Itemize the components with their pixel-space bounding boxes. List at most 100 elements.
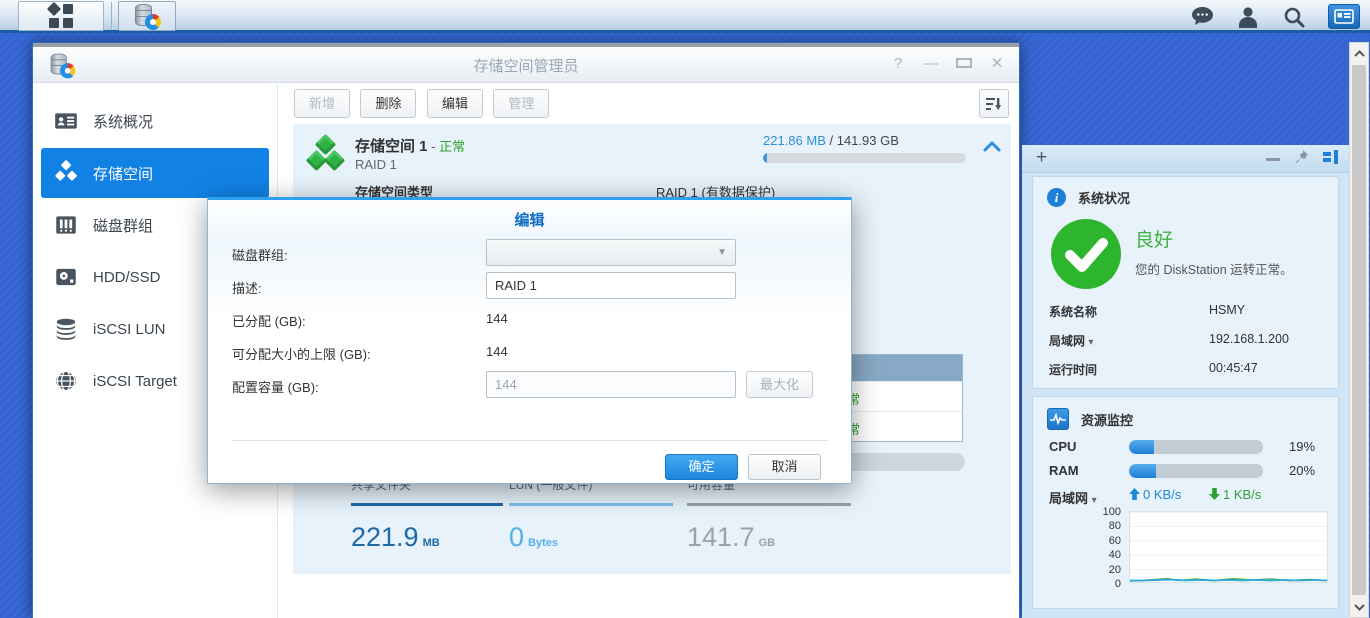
volume-subtitle: RAID 1 (355, 157, 397, 172)
disk-group-select[interactable]: ▼ (486, 239, 736, 266)
description-input[interactable] (486, 272, 736, 299)
description-label: 描述: (232, 278, 262, 297)
main-menu-button[interactable] (18, 1, 104, 31)
storage-manager-icon (134, 3, 160, 29)
system-name-value: HSMY (1209, 303, 1245, 317)
stat-value: 0 (509, 522, 524, 552)
cpu-label: CPU (1049, 439, 1076, 454)
disk-table-row: 正常 (852, 381, 962, 411)
close-button[interactable]: ✕ (989, 54, 1005, 72)
scroll-up-icon[interactable] (1350, 43, 1368, 63)
widgets-toggle-button[interactable] (1328, 4, 1360, 29)
volume-cubes-icon (307, 136, 345, 174)
uptime-label: 运行时间 (1049, 361, 1097, 378)
disk-group-label: 磁盘群组: (232, 245, 288, 264)
ram-label: RAM (1049, 463, 1079, 478)
sidebar-item-volume[interactable]: 存储空间 (41, 148, 269, 198)
user-icon[interactable] (1236, 5, 1260, 29)
window-titlebar[interactable]: 存储空间管理员 ? — ✕ (33, 47, 1019, 83)
max-allocatable-label: 可分配大小的上限 (GB): (232, 344, 371, 363)
system-name-label: 系统名称 (1049, 303, 1097, 320)
cancel-button[interactable]: 取消 (748, 454, 821, 480)
search-icon[interactable] (1282, 5, 1306, 29)
volume-used: 221.86 MB (763, 133, 826, 148)
disk-table-header-fragment (852, 355, 962, 381)
cpu-bar (1129, 440, 1263, 454)
hdd-icon (53, 264, 79, 290)
desktop-scrollbar[interactable] (1349, 42, 1369, 618)
toolbar: 新增 删除 编辑 管理 (279, 84, 1019, 122)
upload-series (1130, 580, 1327, 581)
dock-right-icon[interactable] (1323, 150, 1339, 169)
sidebar-item-system-overview[interactable]: 系统概况 (41, 96, 269, 146)
chevron-down-icon: ▼ (717, 247, 727, 258)
taskbar (0, 0, 1370, 33)
sidebar-item-label: 磁盘群组 (93, 215, 153, 236)
upload-arrow-icon (1129, 488, 1140, 503)
stat-value: 141.7 (687, 522, 755, 552)
cpu-percent: 19% (1289, 439, 1315, 454)
collapse-chevron-icon[interactable] (983, 140, 1001, 154)
sort-button[interactable] (979, 89, 1009, 118)
volume-total: / 141.93 GB (826, 133, 899, 148)
allocated-label: 已分配 (GB): (232, 311, 306, 330)
window-title: 存储空间管理员 (33, 55, 1019, 76)
add-widget-button[interactable]: + (1036, 147, 1047, 169)
disk-group-icon (53, 212, 79, 238)
sidebar-item-label: 系统概况 (93, 111, 153, 132)
sort-descending-icon (986, 97, 1002, 111)
chart-y-axis: 100 80 60 40 20 0 (1073, 505, 1121, 591)
volume-status: 正常 (439, 139, 465, 154)
dialog-title: 编辑 (208, 200, 851, 236)
sidebar-item-label: 存储空间 (93, 163, 153, 184)
download-speed: 1 KB/s (1209, 487, 1261, 503)
lan-label[interactable]: 局域网 ▾ (1049, 332, 1093, 349)
stat-available: 可用容量 141.7GB (687, 476, 851, 553)
chevron-down-icon: ▾ (1088, 337, 1093, 348)
ok-button[interactable]: 确定 (665, 454, 738, 480)
system-health-widget: i 系统状况 良好 您的 DiskStation 运转正常。 系统名称 HSMY… (1032, 176, 1339, 389)
usage-bar-fragment (851, 453, 965, 471)
volume-icon (53, 160, 79, 186)
scrollbar-thumb[interactable] (1352, 65, 1366, 595)
minimize-button[interactable]: — (923, 55, 939, 72)
system-overview-icon (53, 108, 79, 134)
widget-minimize-icon[interactable] (1266, 158, 1280, 161)
iscsi-target-icon (53, 368, 79, 394)
widget-panel: + i 系统状况 良好 您的 DiskStation 运转正常。 系统名称 HS… (1022, 145, 1349, 618)
stat-rule (351, 503, 503, 506)
help-button[interactable]: ? (890, 55, 906, 72)
taskbar-separator (111, 2, 112, 30)
health-description: 您的 DiskStation 运转正常。 (1135, 259, 1293, 278)
ram-percent: 20% (1289, 463, 1315, 478)
manage-button[interactable]: 管理 (493, 89, 549, 118)
iscsi-lun-icon (53, 316, 79, 342)
stat-lun: LUN (一般文件) 0Bytes (509, 476, 673, 553)
notifications-icon[interactable] (1190, 5, 1214, 29)
edit-button[interactable]: 编辑 (427, 89, 483, 118)
volume-usage-text: 221.86 MB / 141.93 GB (763, 133, 966, 148)
stat-rule (687, 503, 851, 506)
scroll-down-icon[interactable] (1350, 597, 1368, 617)
pin-icon[interactable] (1294, 149, 1309, 169)
capacity-label: 配置容量 (GB): (232, 377, 319, 396)
sidebar-item-label: iSCSI Target (93, 373, 177, 390)
maximize-button[interactable] (956, 55, 972, 72)
volume-usage-bar (763, 153, 966, 163)
maximize-capacity-button[interactable]: 最大化 (746, 371, 813, 398)
stat-shared-folders: 共享文件夹 221.9MB (351, 476, 503, 553)
download-arrow-icon (1209, 488, 1220, 503)
create-button[interactable]: 新增 (294, 89, 350, 118)
capacity-input[interactable] (486, 371, 736, 398)
stat-unit: MB (423, 537, 440, 549)
network-chart (1129, 511, 1328, 583)
ram-bar (1129, 464, 1263, 478)
health-check-icon (1051, 219, 1121, 289)
disk-table-fragment: 正常 正常 (851, 354, 963, 442)
stat-unit: GB (759, 537, 776, 549)
system-health-title: 系统状况 (1078, 188, 1130, 207)
delete-button[interactable]: 删除 (360, 89, 416, 118)
resource-monitor-title: 资源监控 (1081, 410, 1133, 429)
storage-manager-taskbar-button[interactable] (118, 1, 176, 31)
volume-name-separator: - (428, 139, 440, 154)
